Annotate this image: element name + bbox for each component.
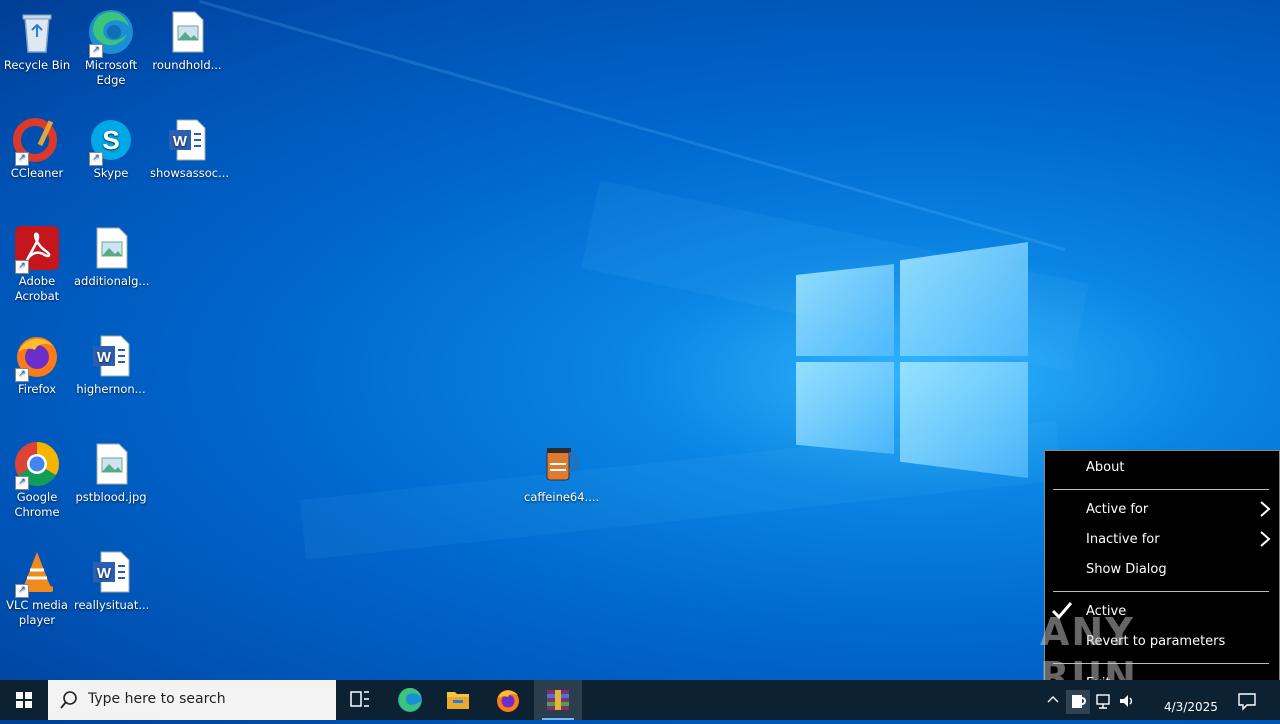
icon-label: Firefox xyxy=(17,382,57,396)
shortcut-arrow-icon: ↗ xyxy=(15,260,29,274)
tray-network-icon[interactable] xyxy=(1094,692,1112,710)
firefox-icon: ↗ xyxy=(13,332,61,382)
tray-volume-icon[interactable] xyxy=(1118,692,1136,710)
desktop-icon-roundhold[interactable]: roundhold... xyxy=(150,8,224,73)
taskbar: Type here to search 4/3/2025 xyxy=(0,680,1280,720)
desktop-icon-microsoft-edge[interactable]: ↗ Microsoft Edge xyxy=(74,8,148,88)
vlc-icon: ↗ xyxy=(13,548,61,598)
search-placeholder: Type here to search xyxy=(88,691,226,707)
task-view-icon xyxy=(350,691,369,707)
icon-label: roundhold... xyxy=(152,58,222,72)
task-view-button[interactable] xyxy=(336,680,384,720)
menu-separator xyxy=(1053,489,1269,490)
tray-chevron-up-icon[interactable] xyxy=(1046,692,1060,708)
shortcut-arrow-icon: ↗ xyxy=(15,476,29,490)
icon-label: Google Chrome xyxy=(14,490,60,519)
tray-caffeine-icon[interactable] xyxy=(1066,690,1090,714)
menu-item-about[interactable]: About xyxy=(1045,455,1279,481)
menu-item-active-for[interactable]: Active for xyxy=(1045,497,1279,523)
menu-separator xyxy=(1053,591,1269,592)
icon-label: Skype xyxy=(93,166,129,180)
icon-label: additionalg... xyxy=(74,274,150,288)
desktop-icon-showsassoc[interactable]: W showsassoc... xyxy=(150,116,230,181)
skype-icon: S ↗ xyxy=(87,116,135,166)
recycle-bin-icon xyxy=(13,8,61,56)
desktop-icon-highernon[interactable]: W highernon... xyxy=(74,332,148,397)
taskbar-search-box[interactable]: Type here to search xyxy=(48,680,336,720)
taskbar-winrar[interactable] xyxy=(534,680,582,720)
icon-label: VLC media player xyxy=(6,598,68,627)
desktop-icon-caffeine[interactable]: caffeine64.... xyxy=(524,440,600,505)
taskbar-file-explorer[interactable] xyxy=(434,680,482,720)
icon-label: Recycle Bin xyxy=(3,58,71,72)
word-document-icon: W xyxy=(87,548,135,596)
menu-item-show-dialog[interactable]: Show Dialog xyxy=(1045,557,1279,583)
desktop-icon-additionalg[interactable]: additionalg... xyxy=(74,224,150,289)
menu-item-label: Inactive for xyxy=(1086,532,1160,547)
edge-icon xyxy=(398,687,422,712)
svg-text:W: W xyxy=(97,565,112,582)
word-document-icon: W xyxy=(163,116,211,164)
desktop-icon-ccleaner[interactable]: ↗ CCleaner xyxy=(0,116,74,181)
desktop-icon-recycle-bin[interactable]: Recycle Bin xyxy=(0,8,74,73)
taskbar-edge[interactable] xyxy=(386,680,434,720)
desktop-icon-pstblood[interactable]: pstblood.jpg xyxy=(74,440,148,505)
taskbar-date[interactable]: 4/3/2025 xyxy=(1164,700,1218,714)
image-file-icon xyxy=(87,440,135,488)
icon-label: CCleaner xyxy=(10,166,64,180)
menu-item-inactive-for[interactable]: Inactive for xyxy=(1045,527,1279,553)
icon-label: Adobe Acrobat xyxy=(14,274,60,303)
svg-text:W: W xyxy=(173,133,188,150)
icon-label: caffeine64.... xyxy=(524,490,600,504)
menu-item-label: About xyxy=(1086,460,1125,475)
icon-label: highernon... xyxy=(76,382,146,396)
svg-text:S: S xyxy=(102,125,119,155)
image-file-icon xyxy=(87,224,135,272)
shortcut-arrow-icon: ↗ xyxy=(15,152,29,166)
windows-wallpaper-logo xyxy=(796,242,1028,478)
chrome-icon: ↗ xyxy=(13,440,61,490)
shortcut-arrow-icon: ↗ xyxy=(15,584,29,598)
image-file-icon xyxy=(163,8,211,56)
adobe-acrobat-icon: ↗ xyxy=(13,224,61,274)
desktop-icon-adobe-acrobat[interactable]: ↗ Adobe Acrobat xyxy=(0,224,74,304)
winrar-icon xyxy=(547,690,569,710)
icon-label: reallysituat... xyxy=(74,598,150,612)
svg-text:W: W xyxy=(97,349,112,366)
icon-label: Microsoft Edge xyxy=(84,58,138,87)
anyrun-watermark: ANY RUN xyxy=(1040,610,1138,698)
icon-label: showsassoc... xyxy=(150,166,230,180)
chevron-right-icon xyxy=(1259,530,1271,552)
windows-icon xyxy=(16,692,32,708)
ccleaner-icon: ↗ xyxy=(13,116,61,166)
file-explorer-icon xyxy=(447,692,469,709)
desktop-icon-reallysituat[interactable]: W reallysituat... xyxy=(74,548,150,613)
menu-item-label: Show Dialog xyxy=(1086,562,1167,577)
start-button[interactable] xyxy=(0,680,48,720)
desktop-icon-firefox[interactable]: ↗ Firefox xyxy=(0,332,74,397)
desktop-icon-vlc[interactable]: ↗ VLC media player xyxy=(0,548,74,628)
notification-center-icon[interactable] xyxy=(1236,690,1258,712)
word-document-icon: W xyxy=(87,332,135,380)
menu-item-label: Active for xyxy=(1086,502,1149,517)
caffeine-coffee-pot-icon xyxy=(537,440,585,488)
desktop-icon-google-chrome[interactable]: ↗ Google Chrome xyxy=(0,440,74,520)
shortcut-arrow-icon: ↗ xyxy=(15,368,29,382)
shortcut-arrow-icon: ↗ xyxy=(89,44,103,58)
icon-label: pstblood.jpg xyxy=(75,490,147,504)
firefox-icon xyxy=(497,690,519,712)
shortcut-arrow-icon: ↗ xyxy=(89,152,103,166)
search-icon xyxy=(60,690,78,714)
edge-icon: ↗ xyxy=(87,8,135,58)
taskbar-firefox[interactable] xyxy=(484,680,532,720)
desktop-icon-skype[interactable]: S ↗ Skype xyxy=(74,116,148,181)
chevron-right-icon xyxy=(1259,500,1271,522)
